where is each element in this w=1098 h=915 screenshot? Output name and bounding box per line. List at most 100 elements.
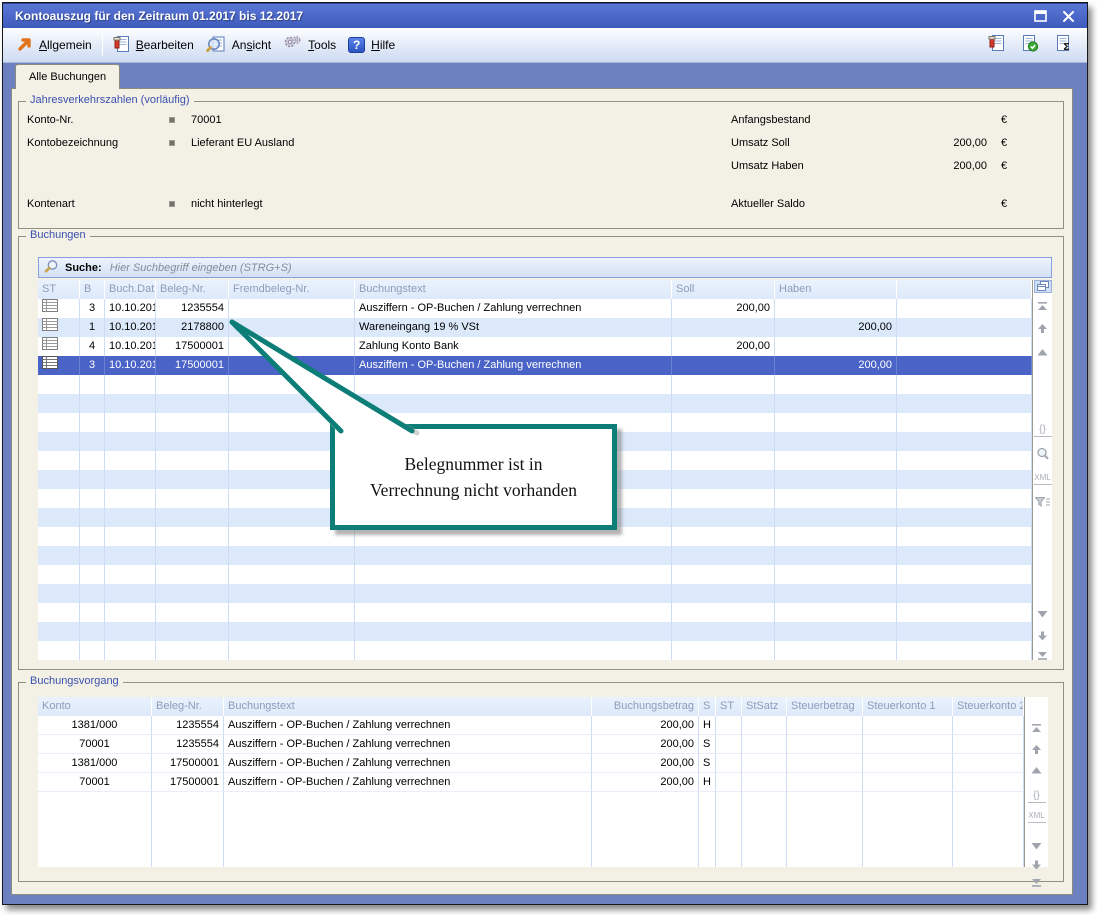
col-st[interactable]: ST <box>716 697 742 716</box>
screenshot: Kontoauszug für den Zeitraum 01.2017 bis… <box>0 0 1098 915</box>
col-buchdat[interactable]: Buch.Dat. <box>105 280 156 299</box>
document-check-icon[interactable] <box>1021 34 1039 57</box>
cell-sk1 <box>863 716 953 735</box>
zoom-icon[interactable] <box>1034 447 1052 461</box>
cell-soll: 200,00 <box>672 299 775 318</box>
col-beleg-nr[interactable]: Beleg-Nr. <box>152 697 224 716</box>
booking-grid-icon[interactable] <box>38 337 80 356</box>
toolbar-separator <box>102 34 103 56</box>
tab-label: Alle Buchungen <box>29 71 106 83</box>
col-steuerkonto2[interactable]: Steuerkonto 2 <box>953 697 1024 716</box>
cell-beleg: 1235554 <box>152 716 224 735</box>
document-sum-icon[interactable]: Σ <box>1055 34 1073 57</box>
cell-st <box>716 735 742 754</box>
restore-window-icon[interactable] <box>1031 8 1049 24</box>
arrow-up-right-icon <box>17 36 33 55</box>
booking-empty-row[interactable] <box>38 622 1032 641</box>
field-umsatz-haben: Umsatz Haben 200,00 € <box>731 158 1007 173</box>
menu-ansicht[interactable]: Ansicht <box>200 31 277 60</box>
col-beleg-nr[interactable]: Beleg-Nr. <box>156 280 229 299</box>
transaction-row[interactable]: 1381/000 17500001 Ausziffern - OP-Buchen… <box>38 754 1024 773</box>
booking-grid-icon[interactable] <box>38 318 80 337</box>
field-kontobezeichnung: Kontobezeichnung Lieferant EU Ausland <box>27 135 294 150</box>
cell-extra <box>897 299 1032 318</box>
cell-text: Ausziffern - OP-Buchen / Zahlung verrech… <box>224 754 592 773</box>
field-label: Konto-Nr. <box>27 114 169 126</box>
scroll-top-icon[interactable] <box>1034 299 1052 313</box>
cell-betrag: 200,00 <box>592 754 699 773</box>
col-steuerbetrag[interactable]: Steuerbetrag <box>787 697 863 716</box>
braces-icon[interactable]: {} <box>1034 423 1052 437</box>
window-title: Kontoauszug für den Zeitraum 01.2017 bis… <box>3 9 303 23</box>
col-soll[interactable]: Soll <box>672 280 775 299</box>
close-window-icon[interactable] <box>1059 8 1077 24</box>
column-chooser-icon[interactable] <box>1034 280 1052 293</box>
booking-empty-row[interactable] <box>38 641 1032 660</box>
transaction-row[interactable]: 1381/000 1235554 Ausziffern - OP-Buchen … <box>38 716 1024 735</box>
document-pen-icon[interactable] <box>988 34 1005 57</box>
col-konto[interactable]: Konto <box>38 697 152 716</box>
search-input[interactable]: Suche: Hier Suchbegriff eingeben (STRG+S… <box>38 257 1052 278</box>
col-fremdbeleg-nr[interactable]: Fremdbeleg-Nr. <box>229 280 355 299</box>
filter-icon[interactable] <box>1034 495 1052 509</box>
booking-empty-row[interactable] <box>38 394 1032 413</box>
cell-beleg: 17500001 <box>152 773 224 792</box>
col-b[interactable]: B <box>80 280 105 299</box>
braces-icon[interactable]: {} <box>1028 789 1046 803</box>
field-konto-nr: Konto-Nr. 70001 <box>27 112 222 127</box>
scroll-down-icon[interactable] <box>1034 629 1052 643</box>
transaction-row[interactable]: 70001 1235554 Ausziffern - OP-Buchen / Z… <box>38 735 1024 754</box>
step-down-icon[interactable] <box>1034 607 1052 621</box>
menu-allgemein[interactable]: Allgemein <box>11 32 98 59</box>
cell-haben: 200,00 <box>775 356 897 375</box>
scroll-top-icon[interactable] <box>1028 721 1046 735</box>
xml-icon[interactable]: XML <box>1034 471 1052 485</box>
cell-date: 10.10.2017 <box>105 318 156 337</box>
booking-row-selected[interactable]: 3 10.10.2017 17500001 Ausziffern - OP-Bu… <box>38 356 1032 375</box>
step-up-icon[interactable] <box>1028 763 1046 777</box>
booking-empty-row[interactable] <box>38 546 1032 565</box>
scroll-bottom-icon[interactable] <box>1034 648 1052 662</box>
col-st[interactable]: ST <box>38 280 80 299</box>
tab-alle-buchungen[interactable]: Alle Buchungen <box>15 64 120 89</box>
col-buchungsbetrag[interactable]: Buchungsbetrag <box>592 697 699 716</box>
scroll-up-icon[interactable] <box>1028 743 1046 757</box>
booking-grid-icon[interactable] <box>38 299 80 318</box>
scroll-bottom-icon[interactable] <box>1028 875 1046 889</box>
scroll-up-icon[interactable] <box>1034 322 1052 336</box>
booking-empty-row[interactable] <box>38 584 1032 603</box>
booking-empty-row[interactable] <box>38 375 1032 394</box>
col-s[interactable]: S <box>699 697 716 716</box>
booking-row[interactable]: 3 10.10.2017 1235554 Ausziffern - OP-Buc… <box>38 299 1032 318</box>
cell-steuerbetrag <box>787 773 863 792</box>
col-buchungstext[interactable]: Buchungstext <box>355 280 672 299</box>
menu-hilfe[interactable]: ? Hilfe <box>342 33 401 57</box>
group-buchungsvorgang: Buchungsvorgang Konto Beleg-Nr. Buchungs… <box>18 682 1064 882</box>
step-down-icon[interactable] <box>1028 839 1046 853</box>
annotation-callout: Belegnummer ist in Verrechnung nicht vor… <box>330 424 617 530</box>
col-stsatz[interactable]: StSatz <box>742 697 787 716</box>
cell-date: 10.10.2017 <box>105 337 156 356</box>
menu-tools[interactable]: Tools <box>277 31 342 59</box>
cell-s: S <box>699 735 716 754</box>
transaction-row[interactable]: 70001 17500001 Ausziffern - OP-Buchen / … <box>38 773 1024 792</box>
menu-bearbeiten[interactable]: Bearbeiten <box>107 31 200 60</box>
col-haben[interactable]: Haben <box>775 280 897 299</box>
col-buchungstext[interactable]: Buchungstext <box>224 697 592 716</box>
field-anfangsbestand: Anfangsbestand € <box>731 112 1007 127</box>
field-value: 200,00 <box>901 137 987 149</box>
xml-icon[interactable]: XML <box>1028 809 1046 823</box>
booking-empty-row[interactable] <box>38 603 1032 622</box>
scroll-down-icon[interactable] <box>1028 858 1046 872</box>
cell-beleg: 17500001 <box>156 356 229 375</box>
menu-label: Tools <box>308 38 336 52</box>
booking-row[interactable]: 4 10.10.2017 17500001 Zahlung Konto Bank… <box>38 337 1032 356</box>
col-steuerkonto1[interactable]: Steuerkonto 1 <box>863 697 953 716</box>
booking-grid-icon[interactable] <box>38 356 80 375</box>
step-up-icon[interactable] <box>1034 345 1052 359</box>
bookings-side-tools: {} XML <box>1032 280 1052 660</box>
cell-fremd <box>229 356 355 375</box>
booking-empty-row[interactable] <box>38 565 1032 584</box>
cell-b: 4 <box>80 337 105 356</box>
booking-row[interactable]: 1 10.10.2017 2178800 Wareneingang 19 % V… <box>38 318 1032 337</box>
